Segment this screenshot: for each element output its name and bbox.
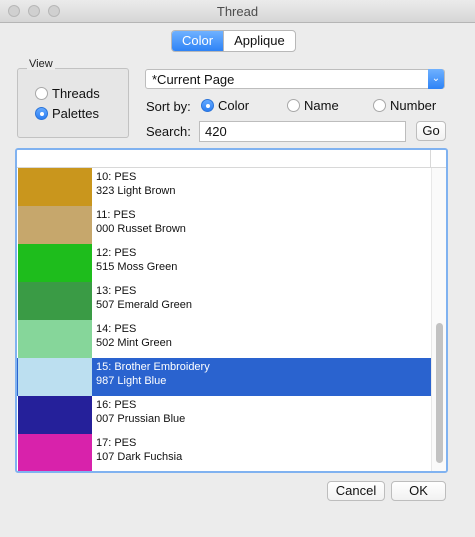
thread-row-detail: 007 Prussian Blue bbox=[96, 413, 186, 425]
threads-label: Threads bbox=[52, 86, 100, 101]
list-header bbox=[17, 150, 446, 168]
view-palettes-option[interactable]: Palettes bbox=[35, 106, 99, 121]
thread-row-text: 12: PES 515 Moss Green bbox=[96, 246, 177, 274]
view-group bbox=[17, 68, 129, 138]
thread-row-detail: 515 Moss Green bbox=[96, 261, 178, 273]
thread-row[interactable]: 12: PES 515 Moss Green bbox=[17, 244, 431, 282]
thread-row-title: 11: PES bbox=[96, 209, 136, 221]
thread-color-swatch bbox=[18, 168, 92, 206]
thread-color-swatch bbox=[18, 358, 92, 396]
mode-tabs: Color Applique bbox=[171, 30, 296, 52]
view-group-label: View bbox=[27, 58, 55, 70]
search-label: Search: bbox=[146, 124, 191, 139]
sort-number-label: Number bbox=[390, 98, 437, 113]
thread-row-title: 14: PES bbox=[96, 323, 137, 335]
thread-row-text: 17: PES 107 Dark Fuchsia bbox=[96, 436, 182, 464]
thread-row-title: 16: PES bbox=[96, 399, 137, 411]
tab-color[interactable]: Color bbox=[172, 31, 224, 51]
view-threads-option[interactable]: Threads bbox=[35, 86, 100, 101]
thread-row-title: 17: PES bbox=[96, 437, 137, 449]
window-title: Thread bbox=[216, 4, 259, 19]
thread-row-detail: 502 Mint Green bbox=[96, 337, 172, 349]
thread-row[interactable]: 13: PES 507 Emerald Green bbox=[17, 282, 431, 320]
thread-color-swatch bbox=[18, 206, 92, 244]
thread-row-title: 10: PES bbox=[96, 171, 137, 183]
thread-row-detail: 507 Emerald Green bbox=[96, 299, 192, 311]
palettes-label: Palettes bbox=[52, 106, 99, 121]
title-bar: Thread bbox=[0, 0, 475, 23]
thread-row-text: 14: PES 502 Mint Green bbox=[96, 322, 172, 350]
sort-color-radio[interactable] bbox=[201, 99, 214, 112]
scrollbar-thumb[interactable] bbox=[436, 323, 443, 463]
sort-number-option[interactable]: Number bbox=[373, 98, 436, 113]
threads-radio[interactable] bbox=[35, 87, 48, 100]
thread-row-detail: 107 Dark Fuchsia bbox=[96, 451, 183, 463]
go-button[interactable]: Go bbox=[416, 121, 446, 141]
thread-row-text: 10: PES 323 Light Brown bbox=[96, 170, 176, 198]
thread-color-swatch bbox=[18, 434, 92, 471]
tab-applique[interactable]: Applique bbox=[223, 31, 295, 51]
list-scrollbar[interactable] bbox=[431, 168, 446, 471]
palette-dropdown[interactable]: *Current Page ⌄ bbox=[145, 69, 445, 89]
thread-color-swatch bbox=[18, 244, 92, 282]
thread-rows: 10: PES 323 Light Brown 11: PES 000 Russet … bbox=[17, 168, 431, 471]
ok-button[interactable]: OK bbox=[391, 481, 446, 501]
thread-row[interactable]: 16: PES 007 Prussian Blue bbox=[17, 396, 431, 434]
thread-row-text: 13: PES 507 Emerald Green bbox=[96, 284, 192, 312]
thread-row-title: 15: Brother Embroidery bbox=[96, 361, 210, 373]
palette-dropdown-value: *Current Page bbox=[152, 72, 235, 87]
search-input[interactable]: 420 bbox=[199, 121, 406, 142]
thread-color-swatch bbox=[18, 320, 92, 358]
thread-row[interactable]: 10: PES 323 Light Brown bbox=[17, 168, 431, 206]
thread-row[interactable]: 11: PES 000 Russet Brown bbox=[17, 206, 431, 244]
sort-color-option[interactable]: Color bbox=[201, 98, 249, 113]
thread-color-swatch bbox=[18, 282, 92, 320]
thread-row[interactable]: 17: PES 107 Dark Fuchsia bbox=[17, 434, 431, 471]
thread-row-detail: 000 Russet Brown bbox=[96, 223, 186, 235]
thread-row-detail: 987 Light Blue bbox=[96, 375, 167, 387]
thread-color-swatch bbox=[18, 396, 92, 434]
sort-name-label: Name bbox=[304, 98, 339, 113]
thread-row-text: 11: PES 000 Russet Brown bbox=[96, 208, 186, 236]
thread-row[interactable]: 14: PES 502 Mint Green bbox=[17, 320, 431, 358]
cancel-button[interactable]: Cancel bbox=[327, 481, 385, 501]
sort-number-radio[interactable] bbox=[373, 99, 386, 112]
thread-row-text: 16: PES 007 Prussian Blue bbox=[96, 398, 185, 426]
thread-row[interactable]: 15: Brother Embroidery 987 Light Blue bbox=[17, 358, 431, 396]
sort-by-label: Sort by: bbox=[146, 99, 191, 114]
thread-row-title: 12: PES bbox=[96, 247, 137, 259]
thread-list: 10: PES 323 Light Brown 11: PES 000 Russet … bbox=[15, 148, 448, 473]
sort-name-radio[interactable] bbox=[287, 99, 300, 112]
thread-row-text: 15: Brother Embroidery 987 Light Blue bbox=[96, 360, 210, 388]
chevron-down-icon: ⌄ bbox=[428, 69, 444, 89]
palettes-radio[interactable] bbox=[35, 107, 48, 120]
thread-row-detail: 323 Light Brown bbox=[96, 185, 176, 197]
thread-row-title: 13: PES bbox=[96, 285, 137, 297]
sort-name-option[interactable]: Name bbox=[287, 98, 339, 113]
sort-color-label: Color bbox=[218, 98, 250, 113]
